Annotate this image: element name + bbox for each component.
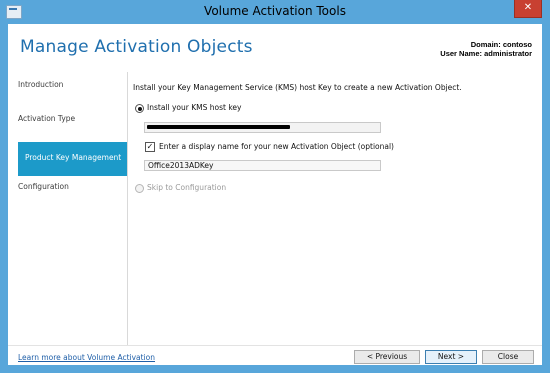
domain-label: Domain: contoso — [470, 40, 532, 49]
nav-item-configuration[interactable]: Configuration — [18, 182, 127, 191]
close-button[interactable]: Close — [482, 350, 534, 364]
nav-item-activation-type[interactable]: Activation Type — [18, 114, 127, 123]
intro-text: Install your Key Management Service (KMS… — [133, 83, 462, 92]
skip-to-configuration-radio[interactable] — [135, 184, 144, 193]
nav-item-introduction[interactable]: Introduction — [18, 80, 127, 89]
wizard-client-area: Manage Activation Objects Domain: contos… — [8, 24, 542, 365]
footer-divider — [8, 345, 542, 346]
title-bar[interactable]: Volume Activation Tools ✕ — [0, 0, 550, 24]
previous-button[interactable]: < Previous — [354, 350, 420, 364]
display-name-checkbox[interactable]: ✓ — [145, 142, 155, 152]
learn-more-link[interactable]: Learn more about Volume Activation — [18, 353, 155, 362]
skip-to-configuration-label: Skip to Configuration — [147, 183, 227, 192]
install-kms-key-radio[interactable] — [135, 104, 144, 113]
username-label: User Name: administrator — [440, 49, 532, 58]
display-name-field[interactable] — [144, 160, 381, 171]
wizard-steps-nav: Introduction Activation Type Product Key… — [8, 72, 128, 345]
next-button[interactable]: Next > — [425, 350, 477, 364]
display-name-input[interactable] — [145, 161, 380, 170]
redacted-key-mark — [147, 125, 290, 129]
install-kms-key-label: Install your KMS host key — [147, 103, 242, 112]
page-title: Manage Activation Objects — [20, 37, 253, 57]
kms-key-field[interactable] — [144, 122, 381, 133]
display-name-checkbox-label: Enter a display name for your new Activa… — [159, 142, 394, 151]
nav-item-product-key-management[interactable]: Product Key Management — [18, 142, 127, 176]
window-close-button[interactable]: ✕ — [514, 0, 542, 18]
window-title: Volume Activation Tools — [204, 4, 346, 18]
user-info: Domain: contoso User Name: administrator — [440, 40, 532, 58]
window: Volume Activation Tools ✕ Manage Activat… — [0, 0, 550, 373]
